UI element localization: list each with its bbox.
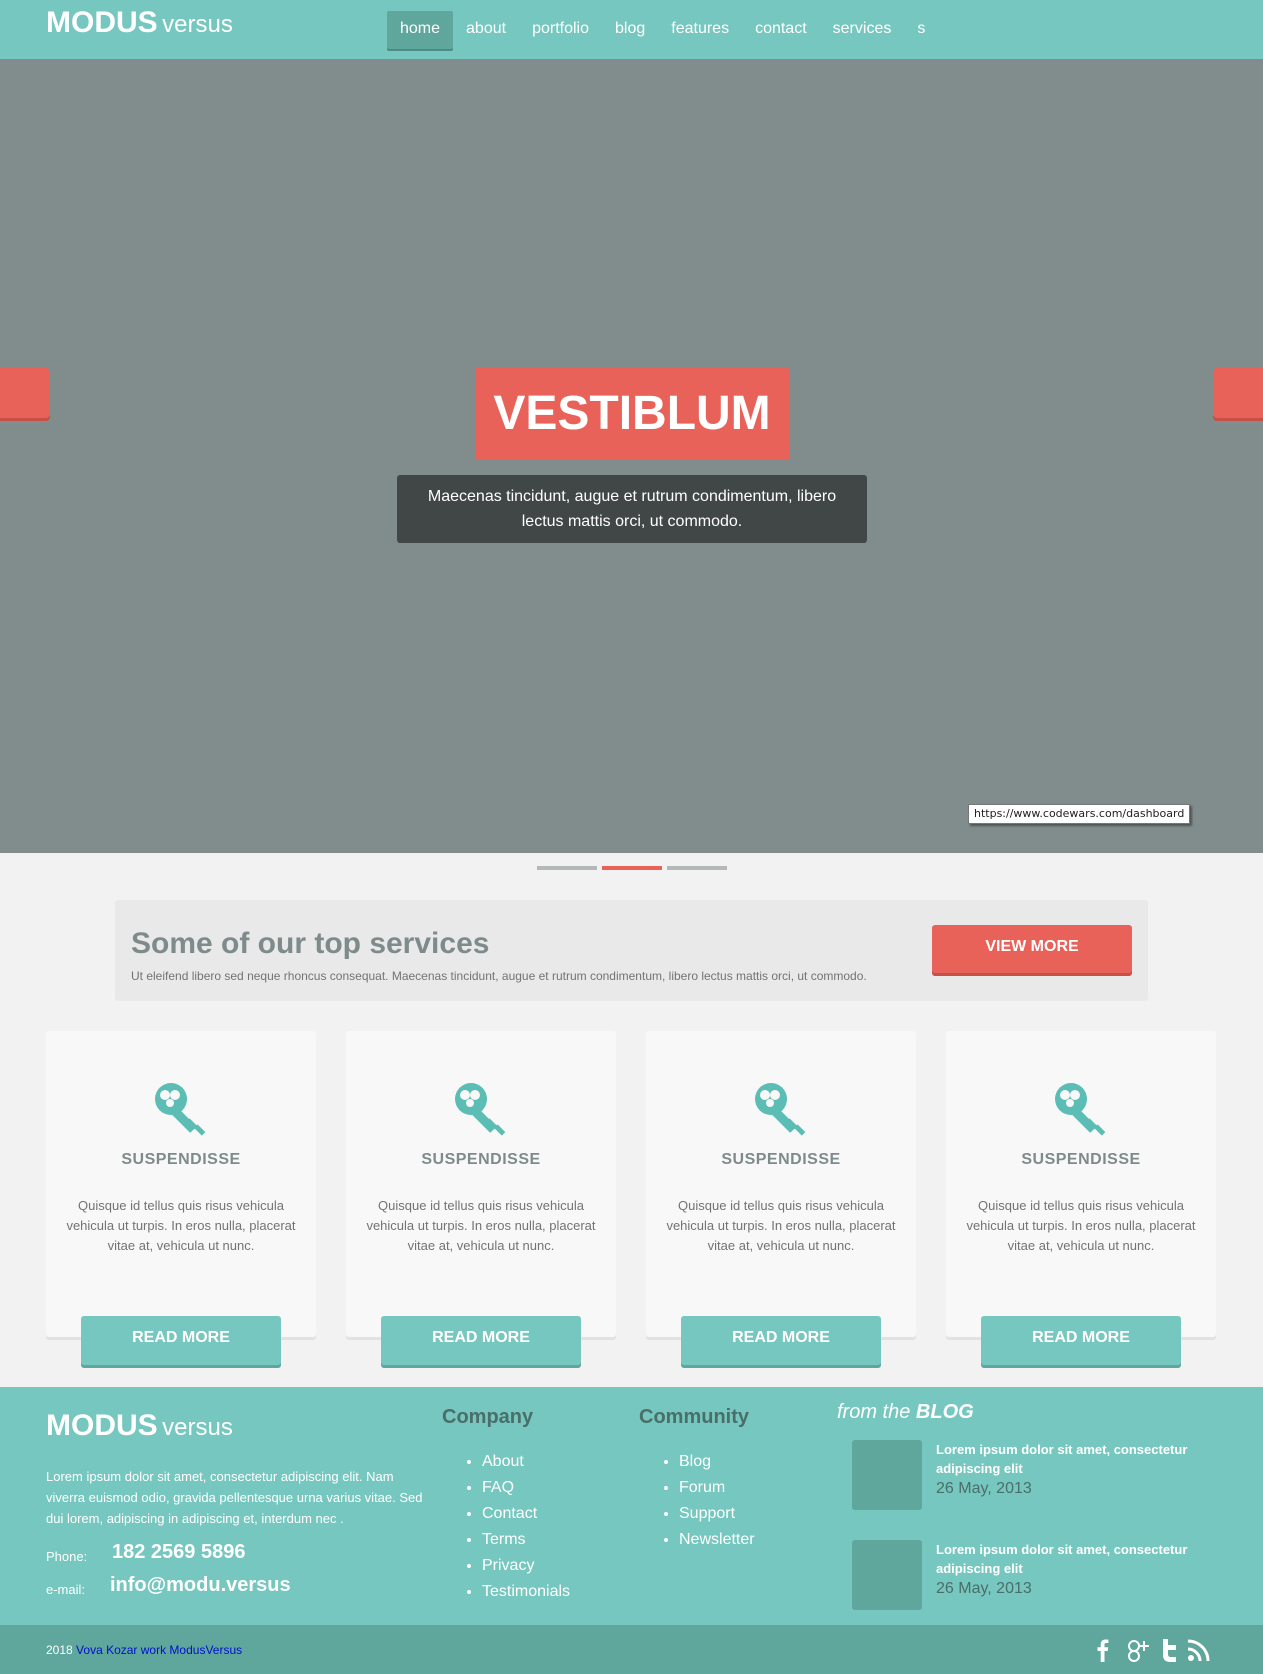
card-title: SUSPENDISSE xyxy=(721,1151,841,1168)
service-card: SUSPENDISSE Quisque id tellus quis risus… xyxy=(46,1031,316,1365)
post-title[interactable]: Lorem ipsum dolor sit amet, consectetur … xyxy=(936,1440,1196,1478)
nav-item-s[interactable]: s xyxy=(904,11,938,49)
url-tooltip: https://www.codewars.com/dashboard xyxy=(968,804,1191,824)
twitter-icon[interactable] xyxy=(1157,1637,1183,1663)
site-footer: MODUS versus Lorem ipsum dolor sit amet,… xyxy=(0,1387,1263,1625)
blog-post[interactable]: Lorem ipsum dolor sit amet, consectetur … xyxy=(852,1440,1232,1512)
email-address[interactable]: info@modu.versus xyxy=(110,1574,291,1597)
company-heading: Company xyxy=(442,1406,534,1428)
blog-heading: from the BLOG xyxy=(837,1401,974,1424)
services-banner: Some of our top services Ut eleifend lib… xyxy=(115,900,1148,1001)
blog-post[interactable]: Lorem ipsum dolor sit amet, consectetur … xyxy=(852,1540,1232,1612)
facebook-icon[interactable] xyxy=(1090,1637,1116,1663)
nav-item-home[interactable]: home xyxy=(387,11,454,49)
post-thumbnail[interactable] xyxy=(852,1440,922,1510)
service-card: SUSPENDISSE Quisque id tellus quis risus… xyxy=(346,1031,616,1365)
key-icon xyxy=(755,1083,806,1136)
copyright-year: 2018 xyxy=(46,1643,73,1657)
post-thumbnail[interactable] xyxy=(852,1540,922,1610)
rss-icon[interactable] xyxy=(1186,1637,1212,1663)
hero-caption: Maecenas tincidunt, augue et rutrum cond… xyxy=(397,475,867,543)
card-title: SUSPENDISSE xyxy=(121,1151,241,1168)
key-icon xyxy=(155,1083,206,1136)
read-more-button[interactable]: READ MORE xyxy=(681,1316,881,1365)
company-links: About FAQ Contact Terms Privacy Testimon… xyxy=(462,1449,570,1605)
footer-link-newsletter[interactable]: Newsletter xyxy=(679,1527,755,1553)
footer-link-blog[interactable]: Blog xyxy=(679,1449,755,1475)
slider-dot-active[interactable] xyxy=(602,866,662,870)
read-more-button[interactable]: READ MORE xyxy=(981,1316,1181,1365)
slider-dot[interactable] xyxy=(537,866,597,870)
footer-logo-bold-text: MODUS xyxy=(46,1409,158,1442)
community-links: Blog Forum Support Newsletter xyxy=(659,1449,755,1553)
nav-item-features[interactable]: features xyxy=(658,11,742,49)
nav-item-about[interactable]: about xyxy=(453,11,519,49)
card-text: Quisque id tellus quis risus vehicula ve… xyxy=(966,1198,1196,1253)
nav-item-blog[interactable]: blog xyxy=(602,11,658,49)
footer-link-forum[interactable]: Forum xyxy=(679,1475,755,1501)
nav-item-contact[interactable]: contact xyxy=(742,11,820,49)
main-nav: home about portfolio blog features conta… xyxy=(387,11,938,49)
card-title: SUSPENDISSE xyxy=(1021,1151,1141,1168)
card-text: Quisque id tellus quis risus vehicula ve… xyxy=(366,1198,596,1253)
google-plus-icon[interactable] xyxy=(1125,1637,1151,1663)
read-more-button[interactable]: READ MORE xyxy=(381,1316,581,1365)
email-label: e-mail: xyxy=(46,1582,86,1597)
footer-link-faq[interactable]: FAQ xyxy=(482,1475,570,1501)
bottom-bar: 2018 Vova Kozar work ModusVersus xyxy=(0,1625,1263,1674)
author-link[interactable]: Vova Kozar work ModusVersus xyxy=(76,1643,242,1657)
service-card: SUSPENDISSE Quisque id tellus quis risus… xyxy=(646,1031,916,1365)
post-date: 26 May, 2013 xyxy=(936,1480,1032,1497)
card-text: Quisque id tellus quis risus vehicula ve… xyxy=(666,1198,896,1253)
services-description: Ut eleifend libero sed neque rhoncus con… xyxy=(131,969,867,983)
phone-number: 182 2569 5896 xyxy=(112,1541,246,1563)
footer-link-testimonials[interactable]: Testimonials xyxy=(482,1579,570,1605)
site-header: MODUS versus home about portfolio blog f… xyxy=(0,0,1263,59)
read-more-button[interactable]: READ MORE xyxy=(81,1316,281,1365)
blog-heading-prefix: from the xyxy=(837,1401,911,1423)
copyright: 2018 Vova Kozar work ModusVersus xyxy=(46,1643,242,1657)
site-logo[interactable]: MODUS versus xyxy=(46,6,233,40)
blog-heading-bold: BLOG xyxy=(915,1401,974,1423)
footer-link-about[interactable]: About xyxy=(482,1449,570,1475)
slider-pagination xyxy=(537,866,727,870)
phone-label: Phone: xyxy=(46,1549,88,1564)
logo-bold-text: MODUS xyxy=(46,6,158,39)
slider-next-button[interactable] xyxy=(1213,368,1263,418)
footer-logo-light-text: versus xyxy=(162,1414,233,1441)
hero-title: VESTIBLUM xyxy=(475,368,789,460)
footer-link-terms[interactable]: Terms xyxy=(482,1527,570,1553)
key-icon xyxy=(455,1083,506,1136)
slider-dot[interactable] xyxy=(667,866,727,870)
service-card: SUSPENDISSE Quisque id tellus quis risus… xyxy=(946,1031,1216,1365)
community-heading: Community xyxy=(639,1406,749,1428)
slider-prev-button[interactable] xyxy=(0,368,50,418)
footer-link-privacy[interactable]: Privacy xyxy=(482,1553,570,1579)
footer-link-support[interactable]: Support xyxy=(679,1501,755,1527)
post-title[interactable]: Lorem ipsum dolor sit amet, consectetur … xyxy=(936,1540,1196,1578)
footer-link-contact[interactable]: Contact xyxy=(482,1501,570,1527)
card-text: Quisque id tellus quis risus vehicula ve… xyxy=(66,1198,296,1253)
services-title: Some of our top services xyxy=(131,927,490,960)
hero-slider: VESTIBLUM Maecenas tincidunt, augue et r… xyxy=(0,59,1263,853)
logo-light-text: versus xyxy=(162,11,233,38)
nav-item-services[interactable]: services xyxy=(820,11,905,49)
footer-description: Lorem ipsum dolor sit amet, consectetur … xyxy=(46,1469,423,1526)
footer-logo[interactable]: MODUS versus xyxy=(46,1409,233,1443)
card-title: SUSPENDISSE xyxy=(421,1151,541,1168)
post-date: 26 May, 2013 xyxy=(936,1580,1032,1597)
nav-item-portfolio[interactable]: portfolio xyxy=(519,11,602,49)
view-more-button[interactable]: VIEW MORE xyxy=(932,925,1132,973)
key-icon xyxy=(1055,1083,1106,1136)
